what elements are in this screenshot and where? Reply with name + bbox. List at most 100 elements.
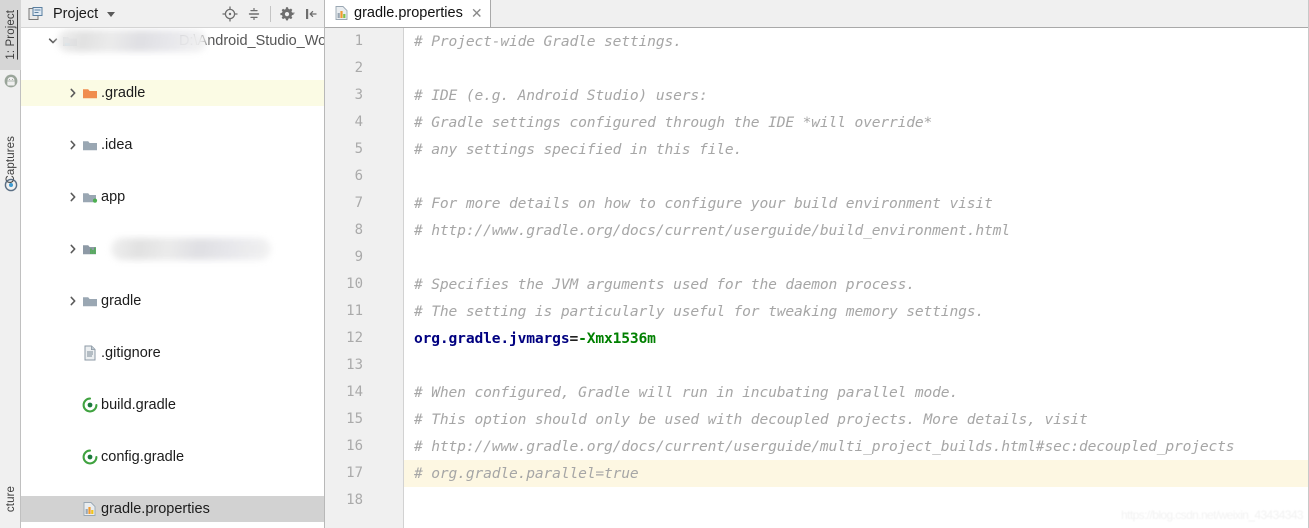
code-pane[interactable]: # Project-wide Gradle settings. # IDE (e… [404,28,1309,528]
code-line: # http://www.gradle.org/docs/current/use… [414,433,1235,460]
tree-row[interactable]: app [21,184,324,210]
tool-window-strip: 1: Project Captures cture [0,0,21,528]
code-line: # org.gradle.parallel=true [414,460,639,487]
chevron-collapsed-icon[interactable] [65,137,81,153]
line-number: 4 [354,114,363,130]
settings-gear-icon[interactable] [276,3,298,25]
line-number: 9 [354,249,363,265]
module-chart-icon [81,241,98,258]
properties-file-icon [81,501,98,518]
captures-icon [4,178,18,192]
project-panel-title: Project [53,5,99,22]
code-token-comment: # org.gradle.parallel=true [414,465,639,482]
properties-file-icon [333,5,350,22]
tree-row[interactable]: config.gradle [21,444,324,470]
code-line: # When configured, Gradle will run in in… [414,379,958,406]
grey-folder-icon [81,293,98,310]
line-number: 1 [354,33,363,49]
line-number: 5 [354,141,363,157]
tree-row-label: .gradle [101,84,146,101]
code-line: # http://www.gradle.org/docs/current/use… [414,217,1010,244]
sidebar-tab-structure[interactable]: cture [0,470,21,528]
editor-area: gradle.properties ✕ 1 2 3 4 5 6 7 8 9 10… [325,0,1309,528]
project-panel-header: Project [21,0,324,28]
chevron-down-icon[interactable] [107,12,116,17]
sidebar-tab-project-label: 1: Project [4,10,17,60]
tree-row-label: gradle.properties [101,500,210,517]
orange-folder-icon [81,85,98,102]
locate-file-icon[interactable] [219,3,241,25]
code-token-comment: # any settings specified in this file. [414,141,743,158]
code-line: # For more details on how to configure y… [414,190,993,217]
code-token-key: org.gradle.jvmargs [414,330,570,347]
tree-row-label: config.gradle [101,448,185,465]
project-tree[interactable]: D:\Android_Studio_WorkSp .gradle [21,28,324,528]
code-line: # IDE (e.g. Android Studio) users: [414,82,708,109]
code-token-comment: # This option should only be used with d… [414,411,1088,428]
tree-row-label: build.gradle [101,396,176,413]
android-robot-icon [4,74,18,88]
project-tool-window: Project D:\Android_Studio_W .gradle .ide… [21,0,325,528]
tree-row[interactable]: .idea [21,132,324,158]
line-number: 6 [354,168,363,184]
tree-row[interactable]: D:\Android_Studio_WorkSp [21,28,324,54]
project-panel-toolbar [219,0,322,28]
hide-panel-icon[interactable] [300,3,322,25]
project-view-icon [27,5,44,22]
chevron-collapsed-icon[interactable] [65,293,81,309]
code-line: # Specifies the JVM arguments used for t… [414,271,915,298]
editor-tab-gradle-properties[interactable]: gradle.properties ✕ [325,0,491,27]
grey-folder-icon [81,137,98,154]
redaction-blur [57,30,207,52]
tree-row[interactable]: build.gradle [21,392,324,418]
code-line: # any settings specified in this file. [414,136,742,163]
code-token-comment: # For more details on how to configure y… [414,195,993,212]
tree-row[interactable]: .gitignore [21,340,324,366]
code-token-comment: # http://www.gradle.org/docs/current/use… [414,438,1235,455]
sidebar-tab-project[interactable]: 1: Project [0,0,21,70]
code-token-value: -Xmx1536m [578,330,656,347]
line-number: 12 [346,330,363,346]
android-studio-window: 1: Project Captures cture Project D:\And… [0,0,1309,528]
text-file-icon [81,345,98,362]
close-icon[interactable]: ✕ [471,6,483,20]
gradle-file-icon [81,397,98,414]
chevron-collapsed-icon[interactable] [65,85,81,101]
code-token-comment: # http://www.gradle.org/docs/current/use… [414,222,1010,239]
module-green-dot-icon [81,189,98,206]
code-token-comment: # IDE (e.g. Android Studio) users: [414,87,708,104]
gradle-file-icon [81,449,98,466]
code-token-comment: # The setting is particularly useful for… [414,303,984,320]
chevron-collapsed-icon[interactable] [65,241,81,257]
code-token-comment: # Specifies the JVM arguments used for t… [414,276,915,293]
line-number: 2 [354,60,363,76]
line-number: 15 [346,411,363,427]
editor-tab-label: gradle.properties [354,5,463,21]
tree-row-label: gradle [101,292,142,309]
collapse-all-icon[interactable] [243,3,265,25]
tree-row-selected[interactable]: gradle.properties [21,496,324,522]
tree-row-label: app [101,188,126,205]
code-line: # This option should only be used with d… [414,406,1088,433]
code-line: # Project-wide Gradle settings. [414,28,682,55]
line-number: 7 [354,195,363,211]
line-number: 11 [346,303,363,319]
tree-row[interactable]: gradle [21,288,324,314]
code-line: org.gradle.jvmargs=-Xmx1536m [414,325,656,352]
code-line: # Gradle settings configured through the… [414,109,932,136]
tree-row[interactable]: .gradle [21,80,324,106]
chevron-collapsed-icon[interactable] [65,189,81,205]
watermark-text: https://blog.csdn.net/weixin_43434343 [1121,508,1304,522]
code-token-comment: # When configured, Gradle will run in in… [414,384,959,401]
code-token-comment: # Project-wide Gradle settings. [414,33,682,50]
tree-row[interactable] [21,236,324,262]
toolbar-separator [270,6,271,22]
code-token-comment: # Gradle settings configured through the… [414,114,933,131]
code-token-equals: = [569,330,579,347]
redaction-blur [111,238,271,260]
code-line: # The setting is particularly useful for… [414,298,984,325]
tree-row-label: .gitignore [101,344,161,361]
editor-body[interactable]: 1 2 3 4 5 6 7 8 9 10 11 12 13 14 15 16 1… [325,28,1309,528]
line-number: 17 [346,465,363,481]
editor-gutter: 1 2 3 4 5 6 7 8 9 10 11 12 13 14 15 16 1… [325,28,404,528]
